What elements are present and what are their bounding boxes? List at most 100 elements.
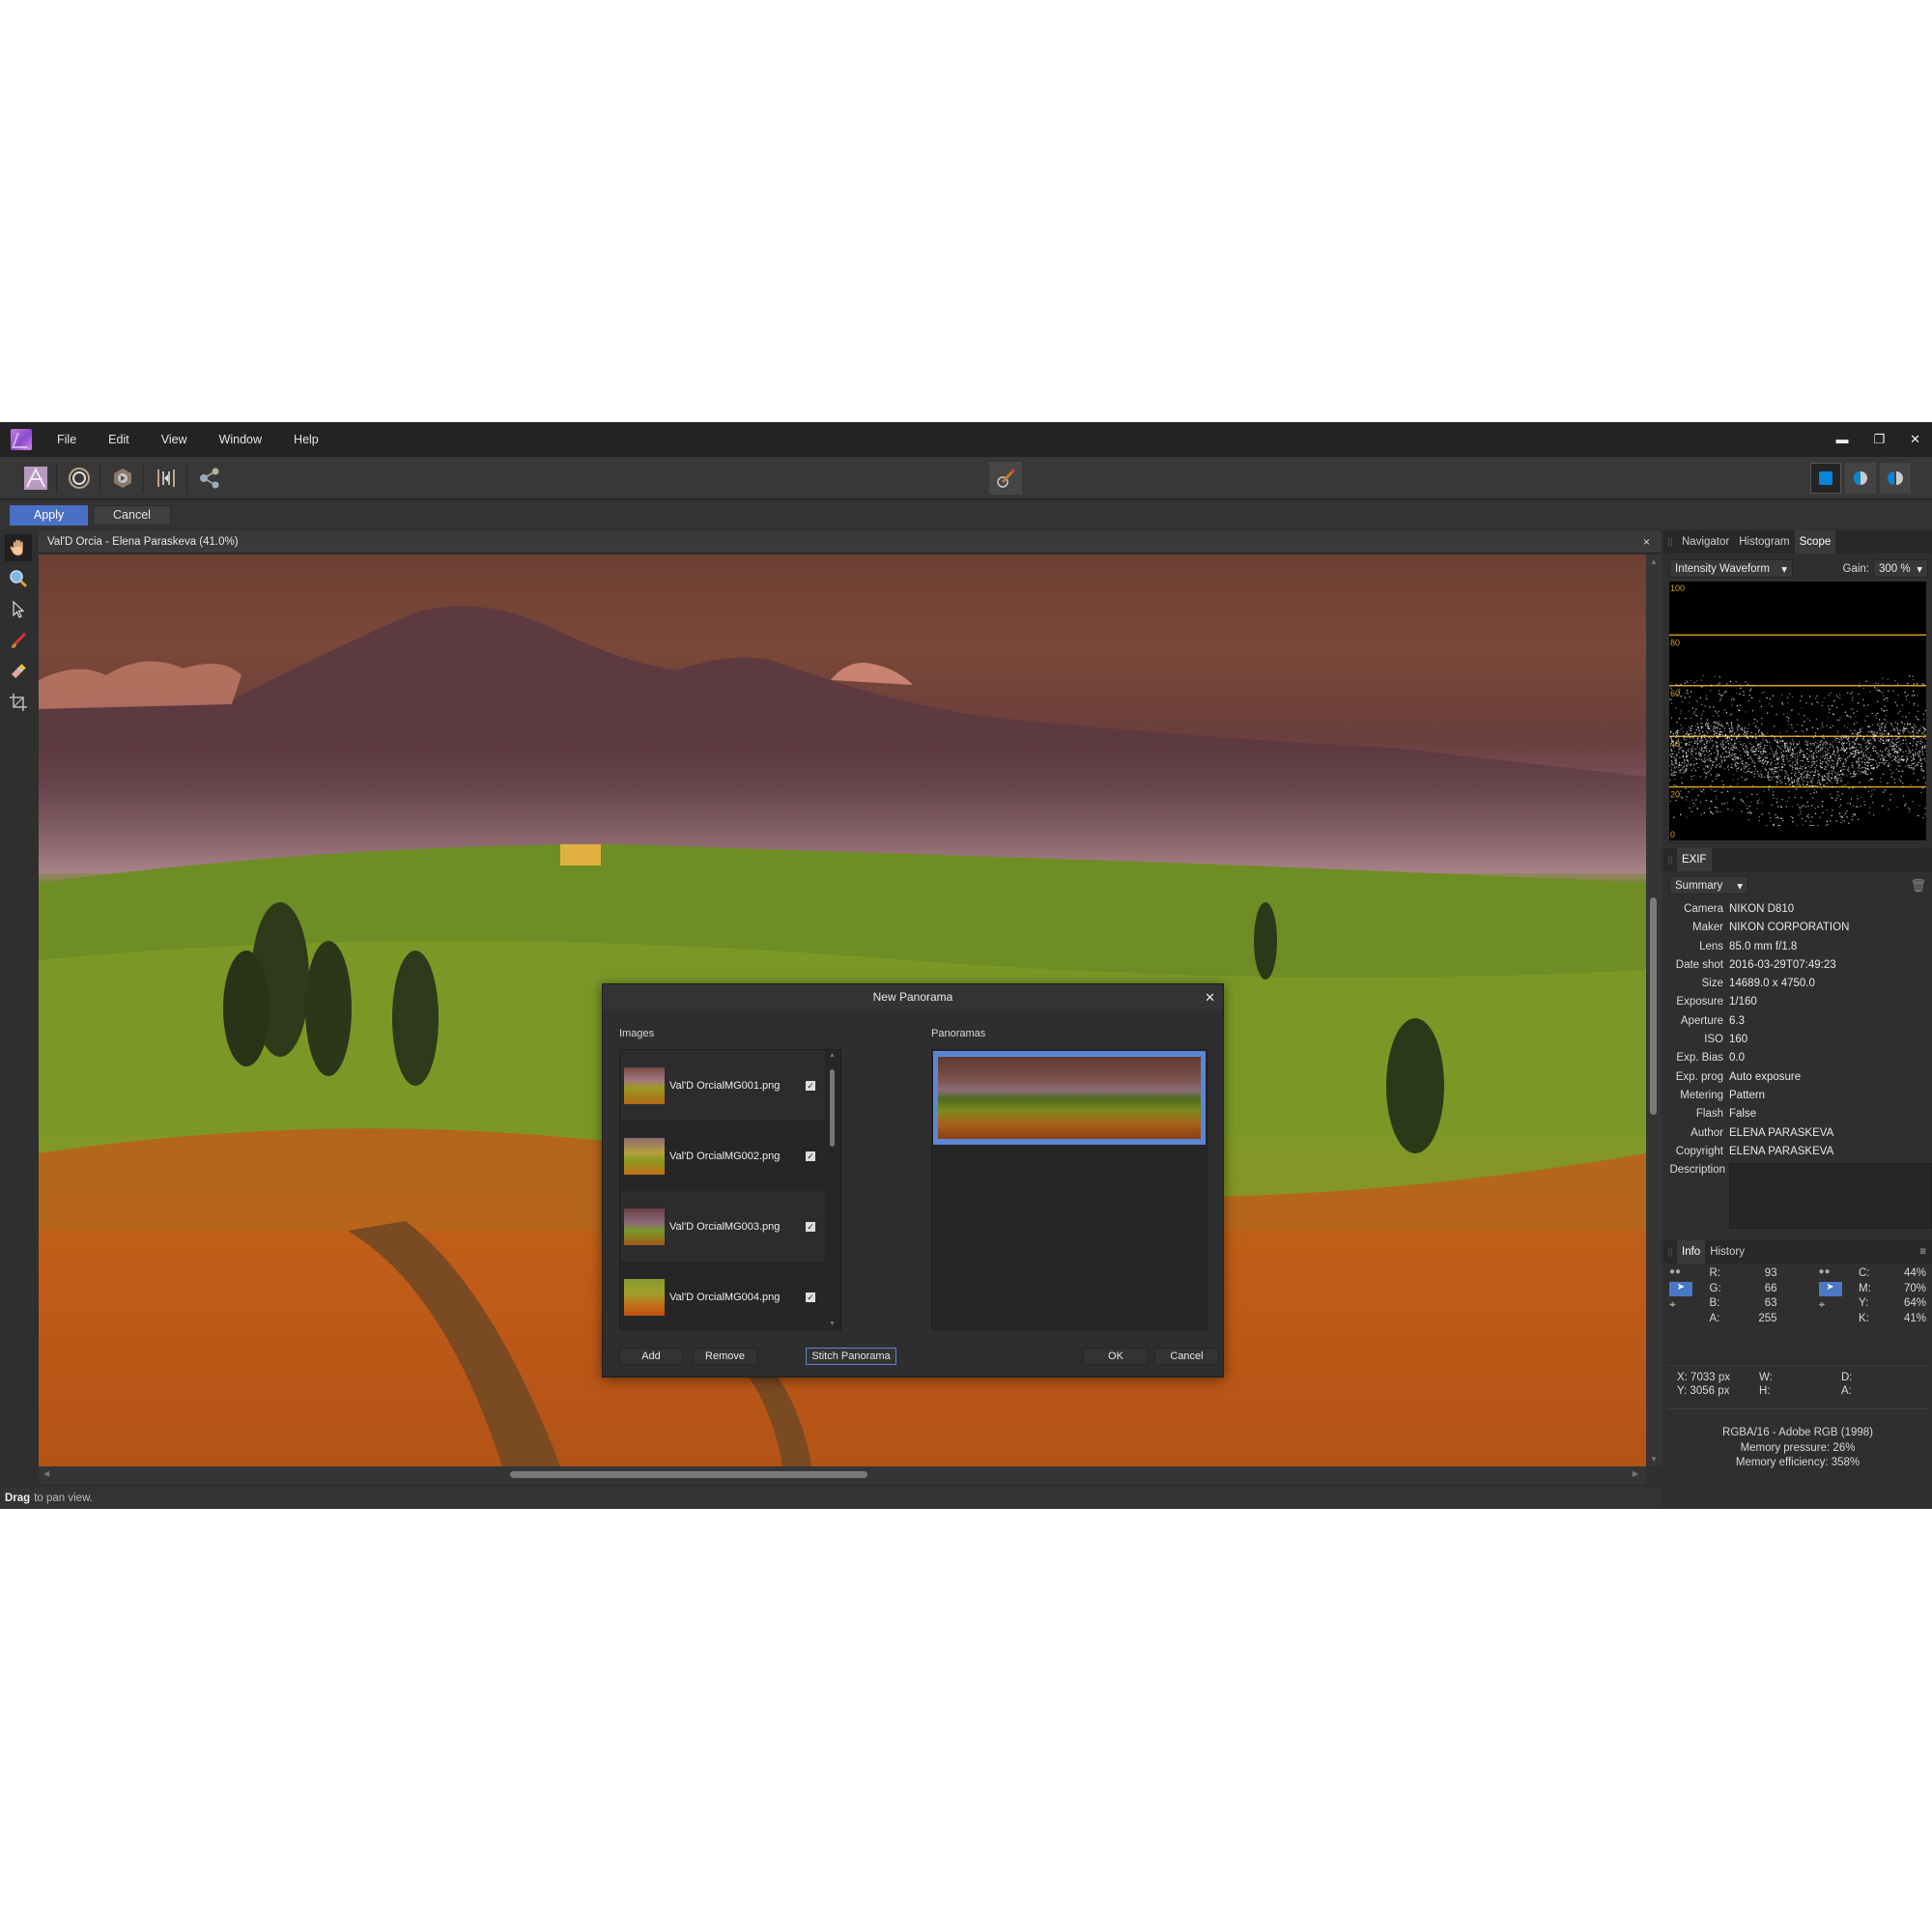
zoom-tool[interactable] — [5, 565, 32, 592]
image-list-item[interactable]: Val'D OrcialMG002.png ✓ — [620, 1121, 825, 1191]
add-button[interactable]: Add — [619, 1348, 683, 1365]
tab-scope[interactable]: Scope — [1794, 530, 1836, 554]
scroll-up-icon[interactable]: ▲ — [829, 1052, 836, 1059]
image-include-checkbox[interactable]: ✓ — [806, 1080, 815, 1091]
document-title: Val'D Orcia - Elena Paraskeva (41.0%) — [47, 535, 239, 548]
move-tool[interactable] — [5, 596, 32, 623]
menu-file[interactable]: File — [57, 433, 76, 446]
vertical-scroll-thumb[interactable] — [1650, 897, 1657, 1115]
exif-key: Camera — [1684, 903, 1723, 915]
apply-button[interactable]: Apply — [10, 504, 88, 526]
image-include-checkbox[interactable]: ✓ — [806, 1221, 815, 1232]
crop-icon — [10, 694, 27, 711]
image-include-checkbox[interactable]: ✓ — [806, 1292, 815, 1302]
menu-view[interactable]: View — [161, 433, 187, 446]
mirror-view-button[interactable] — [1880, 463, 1911, 494]
gain-select[interactable]: 300 % ▾ — [1873, 559, 1928, 578]
split-view-button[interactable] — [1845, 463, 1876, 494]
crosshair-target-icon[interactable]: ⌖ — [1669, 1297, 1710, 1312]
exif-value: False — [1729, 1108, 1757, 1121]
image-thumbnail — [624, 1137, 665, 1175]
tab-info[interactable]: Info — [1677, 1240, 1706, 1264]
status-hint: to pan view. — [34, 1492, 93, 1504]
channel-label: R: — [1709, 1267, 1721, 1280]
image-include-checkbox[interactable]: ✓ — [806, 1151, 815, 1161]
crosshair-target-icon[interactable]: ⌖ — [1819, 1297, 1860, 1312]
ok-button[interactable]: OK — [1083, 1348, 1149, 1365]
image-list-item[interactable]: Val'D OrcialMG003.png ✓ — [620, 1191, 825, 1262]
persona-toolbar — [0, 457, 1932, 499]
status-bar: Drag to pan view. — [0, 1487, 1662, 1509]
images-list-scrollbar[interactable]: ▲ ▼ — [828, 1050, 838, 1329]
menu-window[interactable]: Window — [219, 433, 262, 446]
pointer-source-icon[interactable]: ➤ — [1669, 1282, 1692, 1297]
status-action: Drag — [5, 1492, 31, 1504]
panel-grip-icon[interactable]: || — [1663, 530, 1677, 554]
affinity-photo-window: File Edit View Window Help ▬ ❐ ✕ Apply C… — [0, 422, 1932, 1509]
color-picker-source-icon[interactable]: ●● — [1819, 1266, 1860, 1281]
brush-assistant-icon — [997, 469, 1015, 488]
exif-value: 0.0 — [1729, 1052, 1745, 1065]
dialog-close-icon[interactable]: ✕ — [1205, 984, 1215, 1010]
hand-tool[interactable] — [5, 534, 32, 561]
document-close-icon[interactable]: × — [1643, 535, 1650, 549]
description-field[interactable] — [1729, 1163, 1932, 1230]
close-icon[interactable]: ✕ — [1910, 432, 1920, 447]
tab-navigator[interactable]: Navigator — [1677, 530, 1734, 554]
horizontal-scroll-thumb[interactable] — [510, 1471, 867, 1478]
app-logo-icon — [11, 429, 32, 450]
cursor-y: Y: 3056 px — [1677, 1385, 1730, 1398]
panel-menu-icon[interactable]: ≡ — [1919, 1246, 1926, 1258]
cancel-button[interactable]: Cancel — [93, 504, 171, 526]
channel-value: 70% — [1903, 1282, 1926, 1294]
panel-grip-icon[interactable]: || — [1663, 1240, 1677, 1264]
remove-button[interactable]: Remove — [693, 1348, 757, 1365]
develop-persona-button[interactable] — [106, 462, 139, 495]
tab-histogram[interactable]: Histogram — [1734, 530, 1794, 554]
gain-value: 300 % — [1879, 562, 1911, 575]
panel-grip-icon[interactable]: || — [1663, 848, 1677, 871]
pointer-source-icon[interactable]: ➤ — [1818, 1282, 1842, 1297]
exif-value: 1/160 — [1729, 996, 1757, 1009]
scope-mode-select[interactable]: Intensity Waveform ▾ — [1669, 559, 1793, 578]
image-list-item[interactable]: Val'D OrcialMG001.png ✓ — [620, 1050, 825, 1121]
scroll-down-icon[interactable]: ▼ — [1650, 1455, 1658, 1463]
channel-label: A: — [1709, 1312, 1720, 1324]
right-studio-panel: || Navigator Histogram Scope Intensity W… — [1663, 530, 1932, 1509]
exif-view-select[interactable]: Summary ▾ — [1669, 876, 1748, 895]
tab-exif[interactable]: EXIF — [1677, 848, 1712, 871]
minimize-icon[interactable]: ▬ — [1835, 432, 1848, 447]
assistant-button[interactable] — [989, 462, 1022, 495]
stitch-panorama-button[interactable]: Stitch Panorama — [806, 1348, 896, 1365]
tone-mapping-persona-button[interactable] — [150, 462, 183, 495]
menu-edit[interactable]: Edit — [108, 433, 129, 446]
dialog-cancel-button[interactable]: Cancel — [1154, 1348, 1219, 1365]
single-view-button[interactable] — [1810, 463, 1841, 494]
scroll-down-icon[interactable]: ▼ — [829, 1321, 836, 1327]
scope-scale-label: 100 — [1670, 583, 1685, 593]
panorama-item-selected[interactable] — [933, 1051, 1206, 1145]
document-tab[interactable]: Val'D Orcia - Elena Paraskeva (41.0%) × — [39, 530, 1662, 554]
exif-value: NIKON D810 — [1729, 903, 1795, 915]
trash-icon[interactable]: 🗑 — [1910, 878, 1926, 894]
exif-value: Pattern — [1729, 1089, 1766, 1101]
image-list-item[interactable]: Val'D OrcialMG004.png ✓ — [620, 1262, 825, 1332]
scroll-up-icon[interactable]: ▲ — [1650, 557, 1658, 566]
paint-brush-tool[interactable] — [5, 627, 32, 654]
liquify-persona-button[interactable] — [63, 462, 96, 495]
eraser-tool[interactable] — [5, 658, 32, 685]
eraser-icon — [11, 664, 26, 679]
crop-tool[interactable] — [5, 689, 32, 716]
scroll-left-icon[interactable]: ◀ — [43, 1469, 49, 1478]
export-persona-button[interactable] — [193, 462, 226, 495]
info-channel-row: R: 93 — [1710, 1266, 1790, 1282]
scroll-right-icon[interactable]: ▶ — [1633, 1469, 1638, 1478]
horizontal-scrollbar[interactable]: ◀ ▶ — [39, 1466, 1646, 1484]
photo-persona-button[interactable] — [19, 462, 52, 495]
tab-history[interactable]: History — [1705, 1240, 1749, 1264]
color-picker-source-icon[interactable]: ●● — [1669, 1266, 1710, 1281]
images-list-scroll-thumb[interactable] — [830, 1069, 835, 1147]
menu-help[interactable]: Help — [294, 433, 319, 446]
vertical-scrollbar[interactable]: ▲ ▼ — [1646, 554, 1662, 1466]
restore-icon[interactable]: ❐ — [1873, 432, 1885, 447]
